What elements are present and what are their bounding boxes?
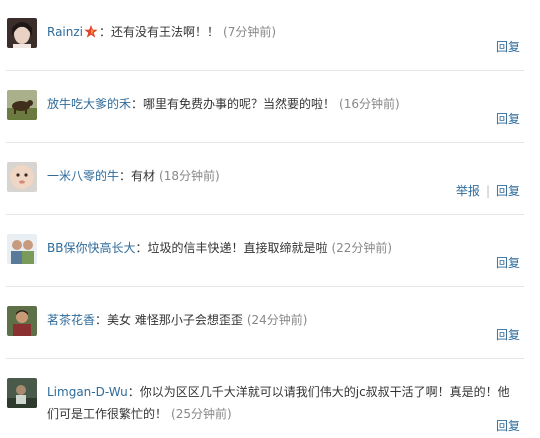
username-link[interactable]: 一米八零的牛 <box>47 169 119 183</box>
comment-content: 放牛吃大爹的禾：哪里有免费办事的呢？当然要的啦！ (16分钟前) <box>47 93 520 115</box>
reply-button[interactable]: 回复 <box>496 112 520 126</box>
avatar[interactable] <box>7 18 37 48</box>
comment-actions: 回复 <box>496 326 520 343</box>
username-link[interactable]: BB保你快高长大 <box>47 241 135 255</box>
comment-content: 茗茶花香：美女 难怪那小子会想歪歪 (24分钟前) <box>47 309 520 331</box>
comment-content: BB保你快高长大：垃圾的信丰快递！直接取缔就是啦 (22分钟前) <box>47 237 520 259</box>
report-button[interactable]: 举报 <box>456 184 480 198</box>
username-link[interactable]: 放牛吃大爹的禾 <box>47 97 131 111</box>
comment-text: ：美女 难怪那小子会想歪歪 <box>95 313 243 327</box>
comment-time: (7分钟前) <box>223 25 277 39</box>
avatar[interactable] <box>7 90 37 120</box>
comment-text: ：有材 <box>119 169 156 183</box>
comment-actions: 回复 <box>496 254 520 271</box>
comment-text: ：哪里有免费办事的呢？当然要的啦！ <box>131 97 336 111</box>
comment-content: 一米八零的牛：有材 (18分钟前) <box>47 165 520 187</box>
avatar[interactable] <box>7 234 37 264</box>
avatar[interactable] <box>7 378 37 408</box>
comment-item: BB保你快高长大：垃圾的信丰快递！直接取缔就是啦 (22分钟前) 回复 <box>6 234 524 287</box>
comment-actions: 回复 <box>496 110 520 127</box>
reply-button[interactable]: 回复 <box>496 184 520 198</box>
username-link[interactable]: 茗茶花香 <box>47 313 95 327</box>
red-star-icon <box>84 25 98 38</box>
username-link[interactable]: Rainzi <box>47 25 83 39</box>
avatar[interactable] <box>7 306 37 336</box>
separator: | <box>485 184 490 198</box>
comment-time: (22分钟前) <box>331 241 393 255</box>
reply-button[interactable]: 回复 <box>496 256 520 270</box>
reply-button[interactable]: 回复 <box>496 419 520 433</box>
comment-item: 放牛吃大爹的禾：哪里有免费办事的呢？当然要的啦！ (16分钟前) 回复 <box>6 90 524 143</box>
comment-time: (24分钟前) <box>246 313 308 327</box>
comment-content: Limgan-D-Wu：你以为区区几千大洋就可以请我们伟大的jc叔叔干活了啊！真… <box>47 381 520 425</box>
reply-button[interactable]: 回复 <box>496 40 520 54</box>
reply-button[interactable]: 回复 <box>496 328 520 342</box>
avatar[interactable] <box>7 162 37 192</box>
comment-time: (25分钟前) <box>171 407 232 421</box>
comment-text: ：垃圾的信丰快递！直接取缔就是啦 <box>135 241 328 255</box>
comment-item: Rainzi ：还有没有王法啊！！ (7分钟前) 回复 <box>6 18 524 71</box>
username-link[interactable]: Limgan-D-Wu <box>47 385 128 399</box>
comment-item: 一米八零的牛：有材 (18分钟前) 举报 | 回复 <box>6 162 524 215</box>
comment-time: (16分钟前) <box>339 97 400 111</box>
comment-text: ：还有没有王法啊！！ <box>99 25 220 39</box>
comment-time: (18分钟前) <box>159 169 220 183</box>
comment-item: 茗茶花香：美女 难怪那小子会想歪歪 (24分钟前) 回复 <box>6 306 524 359</box>
comment-item: Limgan-D-Wu：你以为区区几千大洋就可以请我们伟大的jc叔叔干活了啊！真… <box>6 378 524 438</box>
comment-actions: 回复 <box>496 417 520 434</box>
comment-actions: 回复 <box>496 38 520 55</box>
comment-content: Rainzi ：还有没有王法啊！！ (7分钟前) <box>47 21 520 43</box>
comment-actions: 举报 | 回复 <box>456 182 520 199</box>
